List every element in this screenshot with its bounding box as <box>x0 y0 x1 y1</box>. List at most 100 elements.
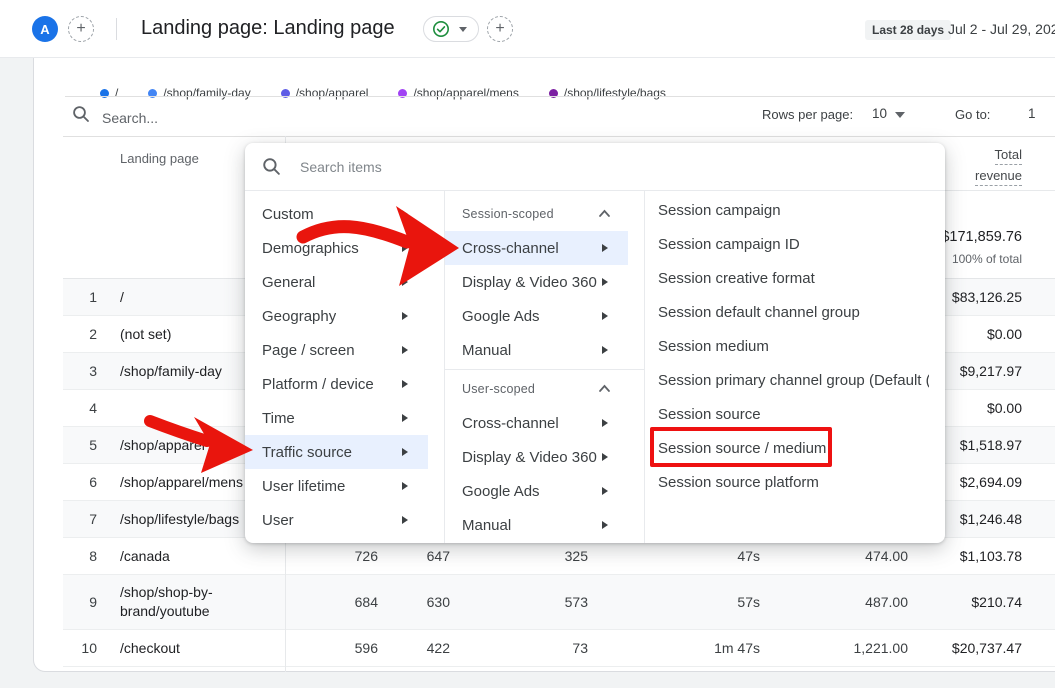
chevron-down-icon[interactable] <box>459 27 467 32</box>
row-index: 8 <box>63 548 110 564</box>
row-index: 5 <box>63 437 110 453</box>
picker-dimension[interactable]: Session campaign <box>645 193 945 227</box>
search-icon <box>72 105 90 123</box>
category-label: Page / screen <box>262 342 355 359</box>
picker-category[interactable]: User <box>245 503 444 537</box>
picker-search-row <box>245 143 945 191</box>
ga4-report-screen: //shop/family-day/shop/apparel/shop/appa… <box>0 0 1055 688</box>
metric-cell: 573 <box>450 594 588 610</box>
metric-cell: 647 <box>378 548 450 564</box>
revenue-cell: $210.74 <box>908 594 1022 610</box>
column-header-landing-page[interactable]: Landing page <box>120 151 199 166</box>
picker-category[interactable]: User lifetime <box>245 469 444 503</box>
divider <box>116 18 117 40</box>
metric-cell: 47s <box>588 548 760 564</box>
picker-dimension[interactable]: Session campaign ID <box>645 227 945 261</box>
subcategory-label: Google Ads <box>462 483 540 500</box>
metric-cell: 325 <box>450 548 588 564</box>
landing-page-cell: /shop/shop-by-brand/youtube <box>110 575 285 629</box>
metric-cell: 726 <box>285 548 378 564</box>
picker-search-input[interactable] <box>298 158 945 176</box>
category-label: User lifetime <box>262 478 345 495</box>
picker-category[interactable]: Traffic source <box>245 435 428 469</box>
picker-dimension[interactable]: Session primary channel group (Default ( <box>645 363 945 397</box>
dimension-label: Session source platform <box>658 474 819 491</box>
row-index: 10 <box>63 640 110 656</box>
picker-subcategory[interactable]: Display & Video 360 <box>445 265 644 299</box>
picker-category[interactable]: Geography <box>245 299 444 333</box>
column-header-total-revenue[interactable]: Total revenue <box>975 144 1022 186</box>
report-status-badge[interactable] <box>423 16 479 42</box>
search-input[interactable] <box>100 104 384 132</box>
picker-category[interactable]: Page / screen <box>245 333 444 367</box>
table-row: 10/checkout596422731m 47s1,221.00$20,737… <box>63 630 1055 667</box>
row-index: 6 <box>63 474 110 490</box>
legend-label: /shop/apparel <box>296 86 369 100</box>
picker-category[interactable]: Demographics <box>245 231 444 265</box>
table-row: 8/canada72664732547s474.00$1,103.78 <box>63 538 1055 575</box>
row-index: 3 <box>63 363 110 379</box>
category-label: Traffic source <box>262 444 352 461</box>
chevron-up-icon <box>598 380 611 398</box>
category-label: Time <box>262 410 295 427</box>
subcategory-label: Manual <box>462 342 511 359</box>
submenu-arrow-icon <box>602 244 608 252</box>
picker-category[interactable]: Time <box>245 401 444 435</box>
legend-label: /shop/apparel/mens <box>413 86 518 100</box>
chevron-down-icon[interactable] <box>895 112 905 118</box>
picker-dimension[interactable]: Session source platform <box>645 465 945 499</box>
dimension-label: Session creative format <box>658 270 815 287</box>
picker-group-header[interactable]: User-scoped <box>445 372 644 406</box>
subcategory-label: Cross-channel <box>462 415 559 432</box>
submenu-arrow-icon <box>602 278 608 286</box>
goto-page-label: Go to: <box>955 107 990 122</box>
picker-group-header[interactable]: Session-scoped <box>445 197 644 231</box>
picker-subcategory[interactable]: Google Ads <box>445 299 644 333</box>
picker-subcategory[interactable]: Manual <box>445 333 644 367</box>
rows-per-page-label: Rows per page: <box>762 107 853 122</box>
dimension-label: Session source <box>658 406 761 423</box>
picker-subcategory[interactable]: Cross-channel <box>445 231 628 265</box>
subcategory-label: Display & Video 360 <box>462 449 597 466</box>
picker-subcategory[interactable]: Manual <box>445 508 644 542</box>
revenue-cell: $20,737.47 <box>908 640 1022 656</box>
date-range-preset[interactable]: Last 28 days <box>865 20 951 40</box>
legend-item: /shop/lifestyle/bags <box>549 86 666 100</box>
dimension-label: Session default channel group <box>658 304 860 321</box>
picker-dimension[interactable]: Session source <box>645 397 945 431</box>
picker-dimension[interactable]: Session medium <box>645 329 945 363</box>
chart-legend: //shop/family-day/shop/apparel/shop/appa… <box>100 86 666 100</box>
legend-item: /shop/apparel/mens <box>398 86 518 100</box>
category-label: User <box>262 512 294 529</box>
picker-dimension[interactable]: Session source / medium <box>645 431 945 465</box>
rows-per-page-select[interactable]: 10 <box>872 106 887 121</box>
submenu-arrow-icon <box>402 244 408 252</box>
divider <box>63 136 1055 137</box>
picker-subcategory[interactable]: Cross-channel <box>445 406 644 440</box>
picker-category[interactable]: General <box>245 265 444 299</box>
avatar[interactable]: A <box>32 16 58 42</box>
row-index: 1 <box>63 289 110 305</box>
date-range-value[interactable]: Jul 2 - Jul 29, 202 <box>948 21 1055 37</box>
legend-item: / <box>100 86 118 100</box>
add-report-button[interactable]: + <box>487 16 513 42</box>
app-bar: A + Landing page: Landing page + Last 28… <box>0 0 1055 58</box>
add-comparison-button[interactable]: + <box>68 16 94 42</box>
totals-row: $171,859.76 100% of total <box>941 229 1022 266</box>
picker-category[interactable]: Platform / device <box>245 367 444 401</box>
submenu-arrow-icon <box>602 453 608 461</box>
subcategory-label: Manual <box>462 517 511 534</box>
picker-subcategory[interactable]: Display & Video 360 <box>445 440 644 474</box>
picker-category[interactable]: Custom <box>245 197 444 231</box>
group-label: User-scoped <box>462 382 535 396</box>
legend-item: /shop/apparel <box>281 86 369 100</box>
category-label: Custom <box>262 206 314 223</box>
picker-dimension[interactable]: Session default channel group <box>645 295 945 329</box>
metric-cell: 474.00 <box>760 548 908 564</box>
report-title: Landing page: Landing page <box>141 17 395 40</box>
revenue-header-line2: revenue <box>975 167 1022 186</box>
picker-subcategory[interactable]: Google Ads <box>445 474 644 508</box>
plus-icon: + <box>76 20 85 38</box>
picker-dimension[interactable]: Session creative format <box>645 261 945 295</box>
goto-page-input[interactable]: 1 <box>1028 106 1036 121</box>
